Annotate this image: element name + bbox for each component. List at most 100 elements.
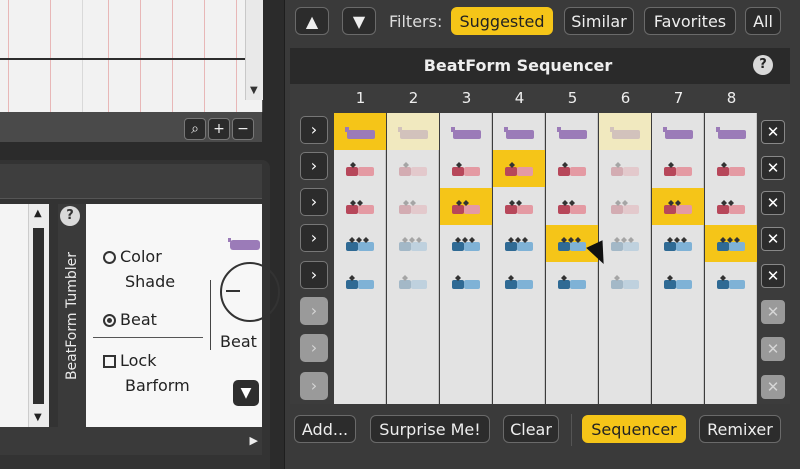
sequencer-cell[interactable] [705, 225, 757, 263]
column-number: 2 [408, 89, 419, 107]
row-play-button[interactable]: › [300, 152, 328, 180]
sequencer-cell[interactable] [546, 150, 598, 187]
row-play-button[interactable]: › [300, 224, 328, 252]
sequencer-cell[interactable] [440, 113, 492, 150]
tumbler-title-bar: BeatForm Tumbler [58, 204, 86, 427]
sequencer-cell[interactable] [387, 225, 439, 262]
scroll-down-icon[interactable]: ▼ [250, 85, 258, 96]
sequencer-cell[interactable] [387, 150, 439, 187]
previous-button[interactable]: ▲ [295, 7, 329, 35]
sequencer-cell[interactable] [652, 263, 704, 300]
filter-similar[interactable]: Similar [564, 7, 634, 35]
row-remove-button[interactable]: ✕ [761, 337, 785, 361]
tumbler-expand-button[interactable]: ▼ [233, 380, 259, 406]
list-area[interactable] [0, 204, 28, 427]
horizontal-scrollbar[interactable]: ▶ [0, 427, 262, 455]
next-button[interactable]: ▼ [342, 7, 376, 35]
sequencer-cell[interactable] [334, 150, 386, 187]
radio-selected-icon[interactable] [103, 314, 116, 327]
sequencer-cell[interactable] [334, 113, 386, 150]
clear-button[interactable]: Clear [503, 415, 559, 443]
grid-line [236, 0, 237, 112]
sequencer-cell[interactable] [705, 113, 757, 150]
zoom-search-button[interactable]: ⌕ [184, 118, 206, 140]
scroll-thumb[interactable] [33, 228, 44, 404]
scroll-right-icon[interactable]: ▶ [250, 434, 258, 447]
row-remove-button[interactable]: ✕ [761, 120, 785, 144]
sequencer-title: BeatForm Sequencer [423, 56, 613, 75]
row-play-button[interactable]: › [300, 297, 328, 325]
sequencer-cell[interactable] [546, 113, 598, 150]
row-play-button[interactable]: › [300, 116, 328, 144]
zoom-in-button[interactable]: + [208, 118, 230, 140]
sequencer-cell[interactable] [493, 150, 545, 188]
radio-icon[interactable] [103, 251, 116, 264]
row-play-button[interactable]: › [300, 261, 328, 289]
filter-all[interactable]: All [745, 7, 781, 35]
filter-favorites[interactable]: Favorites [644, 7, 736, 35]
sequencer-cell[interactable] [599, 150, 651, 187]
row-remove-button[interactable]: ✕ [761, 191, 785, 215]
sequencer-help-icon[interactable]: ? [753, 55, 773, 75]
tumbler-help-icon[interactable]: ? [60, 206, 80, 226]
grid-line [172, 0, 173, 112]
beatform-tub-icon [662, 274, 694, 289]
remixer-tab-button[interactable]: Remixer [699, 415, 781, 443]
sequencer-cell[interactable] [493, 225, 545, 262]
list-scrollbar[interactable]: ▲ ▼ [28, 204, 49, 427]
row-remove-button[interactable]: ✕ [761, 264, 785, 288]
sequencer-cell[interactable] [387, 188, 439, 225]
sequencer-cell[interactable] [652, 225, 704, 262]
beat-option[interactable]: Beat [103, 308, 157, 332]
zoom-out-button[interactable]: − [232, 118, 254, 140]
sequencer-cell[interactable] [334, 188, 386, 225]
sequencer-cell[interactable] [652, 150, 704, 187]
sequencer-cell[interactable] [599, 263, 651, 300]
lock-barform-option[interactable]: Lock [103, 349, 156, 373]
add-button[interactable]: Add... [294, 415, 356, 443]
sequencer-cell[interactable] [652, 187, 704, 225]
sequencer-cell[interactable] [334, 263, 386, 300]
scroll-up-icon[interactable]: ▲ [34, 208, 42, 219]
row-remove-button[interactable]: ✕ [761, 375, 785, 399]
sequencer-cell[interactable] [440, 263, 492, 300]
row-remove-button[interactable]: ✕ [761, 227, 785, 251]
grid-line [140, 0, 141, 112]
sequencer-tab-button[interactable]: Sequencer [582, 415, 686, 443]
sequencer-cell[interactable] [493, 263, 545, 300]
scroll-down-icon[interactable]: ▼ [34, 412, 42, 423]
sequencer-cell[interactable] [652, 113, 704, 150]
track-area[interactable] [0, 0, 263, 112]
sequencer-cell[interactable] [493, 113, 545, 150]
sequencer-cell[interactable] [705, 188, 757, 225]
filter-suggested[interactable]: Suggested [451, 7, 553, 35]
grid-line [50, 0, 51, 112]
beatform-tub-icon [662, 199, 694, 214]
sequencer-cell[interactable] [546, 188, 598, 225]
beatform-tub-icon [503, 161, 535, 177]
sequencer-cell[interactable] [705, 150, 757, 187]
color-shade-option[interactable]: Color [103, 245, 162, 269]
sequencer-cell[interactable] [387, 113, 439, 150]
beat-dial[interactable] [220, 262, 280, 322]
row-remove-button[interactable]: ✕ [761, 156, 785, 180]
sequencer-cell[interactable] [387, 263, 439, 300]
row-play-button[interactable]: › [300, 334, 328, 362]
sequencer-cell[interactable] [493, 188, 545, 225]
sequencer-cell[interactable] [440, 187, 492, 225]
row-play-button[interactable]: › [300, 188, 328, 216]
sequencer-cell[interactable] [599, 188, 651, 225]
grid-line [8, 0, 9, 112]
checkbox-icon[interactable] [103, 355, 116, 368]
track-vertical-scrollbar[interactable]: ▼ [245, 0, 263, 100]
row-remove-button[interactable]: ✕ [761, 300, 785, 324]
row-play-button[interactable]: › [300, 372, 328, 400]
sequencer-cell[interactable] [440, 150, 492, 187]
sequencer-cell[interactable] [546, 263, 598, 300]
sequencer-cell[interactable] [440, 225, 492, 262]
sequencer-cell[interactable] [334, 225, 386, 262]
sequencer-cell[interactable] [705, 263, 757, 300]
surprise-me-button[interactable]: Surprise Me! [370, 415, 490, 443]
beatform-tub-icon [556, 274, 588, 289]
sequencer-cell[interactable] [599, 113, 651, 150]
